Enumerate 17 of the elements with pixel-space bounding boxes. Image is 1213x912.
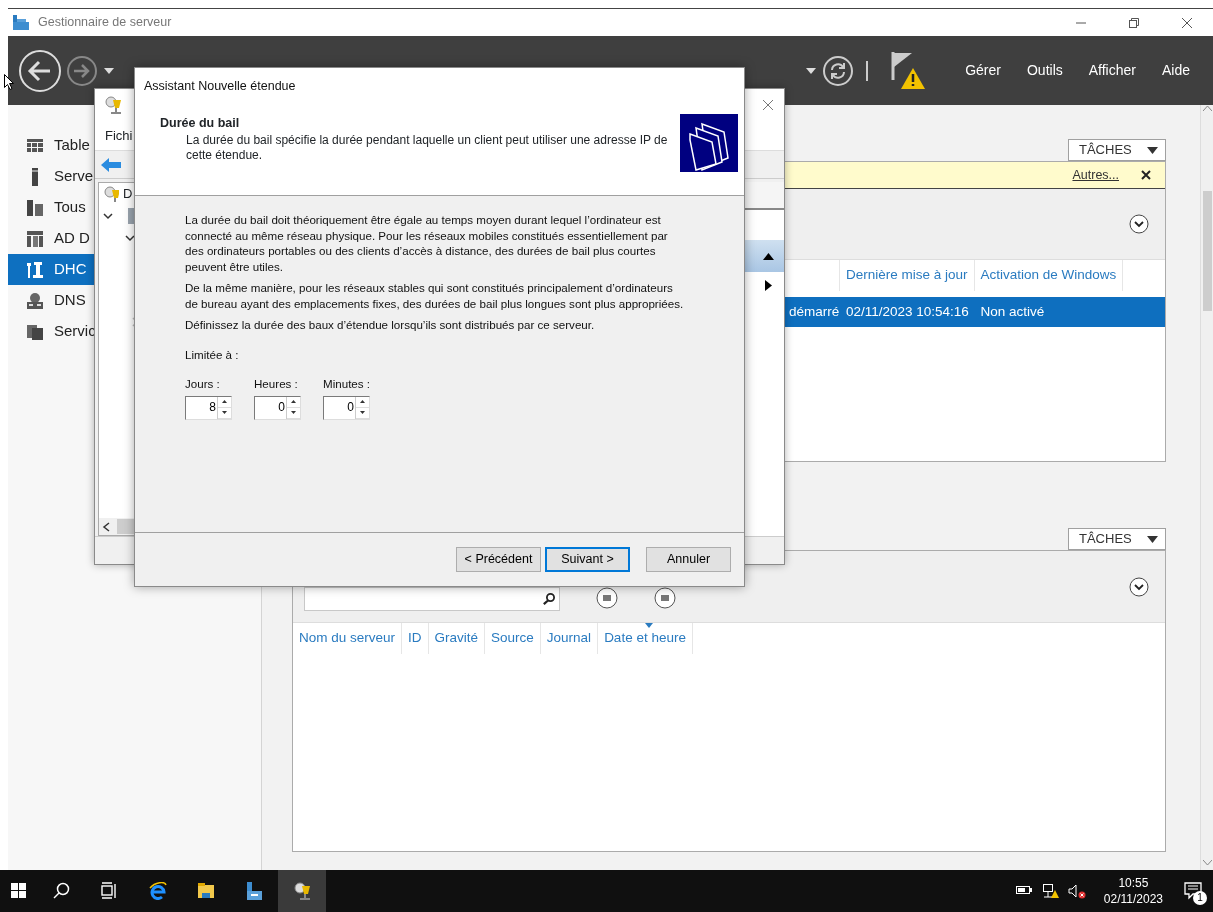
dialog-title: Assistant Nouvelle étendue (144, 77, 296, 95)
field-label: Heures : (254, 376, 299, 392)
paragraph: Définissez la durée des baux d’étendue lorsqu’ils sont distribués par ce serveur. (185, 317, 596, 333)
page-description: La durée du bail spécifie la durée pendant laquelle un client peut utiliser une adresse IP de cette étendue. (185, 132, 669, 163)
paragraph: La durée du bail doit théoriquement être égale au temps moyen durant lequel l’ordinateur est connecté au même réseau physique. Pour les réseaux mobiles constitués essentiellement par des ordinateurs portables ou des clients d’accès à distance, des durées de bail plus courtes peuvent être utiles. (185, 212, 669, 274)
paragraph: De la même manière, pour les réseaux stables qui sont constitués principalement d’ordinateurs de bureau ayant des emplacements fixes, des durées de bail plus longues sont plus appropriées. (185, 280, 684, 311)
clock-time: 10:55 (1117, 875, 1150, 891)
limit-label: Limitée à : (185, 346, 240, 362)
table-cell-text: 02/11/2023 10:54:16 (845, 302, 970, 321)
window-title: Gestionnaire de serveur (38, 14, 172, 32)
field-label: Jours : (185, 376, 221, 392)
notification-count: 1 (1193, 891, 1207, 905)
field-label: Minutes : (323, 376, 371, 392)
table-cell-text: démarré (788, 302, 840, 321)
table-cell-text: Non activé (979, 302, 1046, 321)
clock-date: 02/11/2023 (1103, 891, 1163, 907)
page-heading: Durée du bail (160, 115, 241, 132)
